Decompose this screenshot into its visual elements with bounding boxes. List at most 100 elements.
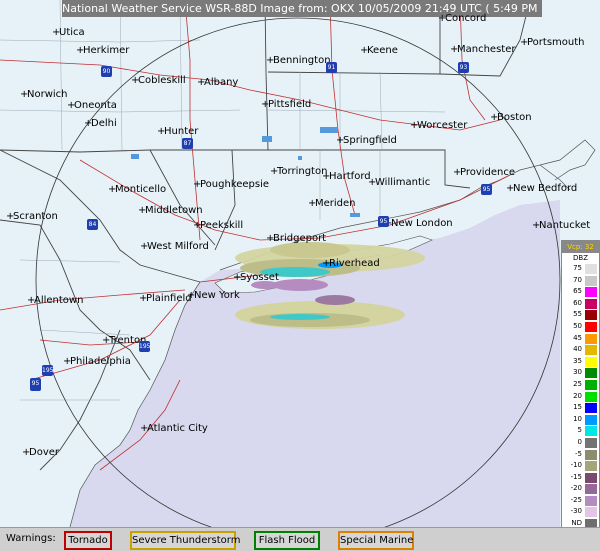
legend-rows: 75 70 65 60 55 50 45 40 35 30 25 20 15 10 5 0 -5 -10 -15 -2… [562, 263, 599, 530]
legend-color-swatch [585, 345, 597, 356]
city-label: +Cobleskill [131, 75, 186, 86]
city-label: +Monticello [108, 184, 166, 195]
city-label: +Allentown [27, 295, 83, 306]
city-name: Albany [204, 77, 239, 88]
legend-color-swatch [585, 391, 597, 402]
warnings-bar: Warnings: Tornado Severe Thunderstorm Fl… [0, 527, 600, 551]
city-name: Cobleskill [138, 75, 186, 86]
city-name: Springfield [343, 135, 397, 146]
legend-row: 15 [562, 402, 599, 414]
interstate-shield-icon: 93 [458, 62, 469, 73]
legend-row: 55 [562, 309, 599, 321]
city-name: Oneonta [74, 100, 117, 111]
city-marker-icon: + [187, 290, 196, 301]
city-marker-icon: + [108, 184, 117, 195]
city-marker-icon: + [63, 356, 72, 367]
tornado-warning-button[interactable]: Tornado [64, 531, 112, 550]
flash-flood-warning-button[interactable]: Flash Flood [254, 531, 320, 550]
interstate-shield-icon: 84 [87, 219, 98, 230]
city-name: Norwich [27, 89, 68, 100]
interstate-shield-icon: 95 [378, 216, 389, 227]
city-name: Boston [497, 112, 532, 123]
legend-vcp: Vcp: 32 [562, 241, 599, 253]
city-marker-icon: + [520, 37, 529, 48]
legend-unit: DBZ [573, 254, 588, 262]
city-name: Monticello [115, 184, 167, 195]
city-marker-icon: + [308, 198, 317, 209]
legend-color-swatch [585, 356, 597, 367]
interstate-shield-icon: 95 [30, 378, 41, 389]
legend-color-swatch [585, 495, 597, 506]
city-label: +Boston [490, 112, 532, 123]
legend-value-label: -5 [575, 449, 582, 458]
legend-row: 70 [562, 275, 599, 287]
city-marker-icon: + [52, 27, 61, 38]
city-name: Middletown [145, 205, 203, 216]
legend-color-swatch [585, 321, 597, 332]
legend-color-swatch [585, 368, 597, 379]
city-marker-icon: + [139, 293, 148, 304]
special-marine-warning-button[interactable]: Special Marine [338, 531, 414, 550]
city-name: New Bedford [513, 183, 578, 194]
city-label: +Plainfield [139, 293, 192, 304]
city-marker-icon: + [322, 171, 331, 182]
legend-row: -20 [562, 483, 599, 495]
legend-color-swatch [585, 507, 597, 518]
city-marker-icon: + [193, 220, 202, 231]
legend-color-swatch [585, 333, 597, 344]
legend-value-label: 60 [573, 298, 582, 307]
legend-value-label: 15 [573, 403, 582, 412]
legend-row: 30 [562, 367, 599, 379]
city-marker-icon: + [76, 45, 85, 56]
city-marker-icon: + [368, 177, 377, 188]
city-name: Atlantic City [147, 423, 208, 434]
city-label: +Providence [453, 167, 515, 178]
legend-row: 0 [562, 437, 599, 449]
legend-row: 20 [562, 391, 599, 403]
city-name: Philadelphia [70, 356, 131, 367]
city-marker-icon: + [450, 44, 459, 55]
legend-value-label: 45 [573, 333, 582, 342]
city-name: Riverhead [329, 258, 380, 269]
city-name: Hartford [329, 171, 371, 182]
city-label: +New York [187, 290, 240, 301]
legend-color-swatch [585, 437, 597, 448]
legend-value-label: -30 [570, 507, 582, 516]
city-marker-icon: + [140, 423, 149, 434]
legend-value-label: 5 [577, 426, 582, 435]
legend-color-swatch [585, 414, 597, 425]
legend-row: 35 [562, 356, 599, 368]
city-name: New York [194, 290, 240, 301]
legend-color-swatch [585, 426, 597, 437]
legend-value-label: 40 [573, 345, 582, 354]
city-label: +Philadelphia [63, 356, 131, 367]
severe-thunderstorm-warning-button[interactable]: Severe Thunderstorm [130, 531, 240, 550]
city-label: +Bridgeport [266, 233, 326, 244]
city-marker-icon: + [193, 179, 202, 190]
city-label: +Norwich [20, 89, 68, 100]
interstate-shield-icon: 90 [101, 66, 112, 77]
legend-color-swatch [585, 379, 597, 390]
city-name: Nantucket [539, 220, 591, 231]
city-marker-icon: + [322, 258, 331, 269]
city-marker-icon: + [453, 167, 462, 178]
legend-value-label: 55 [573, 310, 582, 319]
interstate-shield-icon: 91 [326, 62, 337, 73]
city-label: +Riverhead [322, 258, 380, 269]
city-marker-icon: + [157, 126, 166, 137]
city-marker-icon: + [20, 89, 29, 100]
city-label: +Poughkeepsie [193, 179, 269, 190]
city-label: +Willimantic [368, 177, 430, 188]
city-name: Willimantic [375, 177, 431, 188]
city-marker-icon: + [27, 295, 36, 306]
legend-value-label: -25 [570, 495, 582, 504]
city-label: +Worcester [410, 120, 467, 131]
legend-value-label: 65 [573, 287, 582, 296]
legend-color-swatch [585, 287, 597, 298]
legend-row: 40 [562, 344, 599, 356]
city-marker-icon: + [22, 447, 31, 458]
legend-row: -15 [562, 472, 599, 484]
city-label: +New Bedford [506, 183, 577, 194]
city-name: Utica [59, 27, 85, 38]
legend-color-swatch [585, 484, 597, 495]
